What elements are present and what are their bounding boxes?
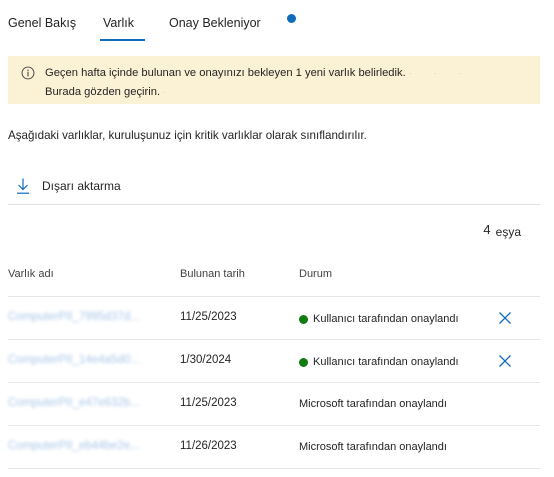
divider — [8, 468, 540, 469]
status-text: Kullanıcı tarafından onaylandı — [313, 313, 459, 325]
close-icon[interactable] — [496, 352, 514, 370]
notification-dot — [287, 14, 296, 23]
close-icon[interactable] — [496, 309, 514, 327]
divider — [8, 204, 540, 205]
item-count: 4 eşya — [483, 222, 521, 239]
table-row: ComputerPII_e47e632b... 11/25/2023 Micro… — [8, 382, 540, 425]
intro-text: Aşağıdaki varlıklar, kuruluşunuz için kr… — [8, 129, 367, 142]
redacted-text: · · · — [408, 69, 472, 78]
tab-pending-approval[interactable]: Onay Bekleniyor — [169, 0, 286, 42]
status-cell: Kullanıcı tarafından onaylandı — [299, 356, 459, 368]
page: Genel Bakış Varlık Onay Bekleniyor Geçen… — [0, 0, 554, 477]
found-date: 1/30/2024 — [180, 354, 232, 366]
column-header-asset-name[interactable]: Varlık adı — [8, 268, 54, 280]
table-row: ComputerPII_7995d37d... 11/25/2023 Kulla… — [8, 296, 540, 339]
table-row: ComputerPII_eb44be2e... 11/26/2023 Micro… — [8, 425, 540, 468]
banner-line-1: Geçen hafta içinde bulunan ve onayınızı … — [45, 67, 406, 79]
found-date: 11/25/2023 — [180, 397, 237, 409]
info-icon — [21, 66, 35, 80]
asset-name-link[interactable]: ComputerPII_eb44be2e... — [8, 440, 140, 452]
status-dot — [299, 314, 308, 324]
asset-name-link[interactable]: ComputerPII_14e4a5d0... — [8, 354, 140, 366]
found-date: 11/25/2023 — [180, 311, 237, 323]
status-dot — [299, 357, 308, 367]
info-banner: Geçen hafta içinde bulunan ve onayınızı … — [8, 56, 540, 104]
status-cell: Microsoft tarafından onaylandı — [299, 398, 447, 410]
asset-name-link[interactable]: ComputerPII_7995d37d... — [8, 311, 140, 323]
banner-message: Geçen hafta içinde bulunan ve onayınızı … — [45, 64, 515, 102]
redacted-text: · — [163, 88, 176, 97]
tab-asset[interactable]: Varlık — [100, 0, 169, 42]
banner-line-2[interactable]: Burada gözden geçirin. — [45, 86, 160, 98]
download-icon — [17, 178, 29, 194]
asset-name-link[interactable]: ComputerPII_e47e632b... — [8, 397, 140, 409]
status-text: Kullanıcı tarafından onaylandı — [313, 356, 459, 368]
table-row: ComputerPII_14e4a5d0... 1/30/2024 Kullan… — [8, 339, 540, 382]
column-header-found-date[interactable]: Bulunan tarih — [180, 268, 245, 280]
export-button[interactable]: Dışarı aktarma — [16, 175, 121, 197]
item-count-number: 4 — [483, 222, 491, 237]
status-cell: Kullanıcı tarafından onaylandı — [299, 313, 459, 325]
tab-overview[interactable]: Genel Bakış — [8, 0, 103, 42]
column-header-status[interactable]: Durum — [299, 268, 332, 280]
item-count-unit: eşya — [495, 225, 521, 239]
status-text: Microsoft tarafından onaylandı — [299, 441, 447, 453]
tab-bar: Genel Bakış Varlık Onay Bekleniyor — [8, 0, 286, 42]
export-label: Dışarı aktarma — [42, 179, 121, 193]
status-text: Microsoft tarafından onaylandı — [299, 398, 447, 410]
found-date: 11/26/2023 — [180, 440, 237, 452]
status-cell: Microsoft tarafından onaylandı — [299, 441, 447, 453]
